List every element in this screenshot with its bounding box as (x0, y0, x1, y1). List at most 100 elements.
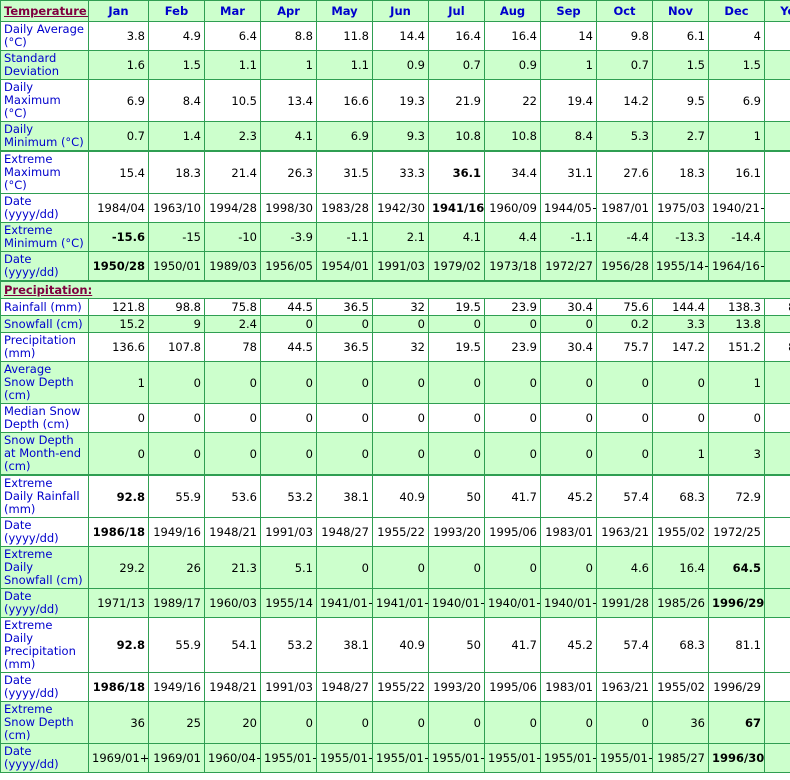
data-cell (764, 617, 790, 673)
data-cell: 44.5 (260, 332, 317, 362)
row-label: Extreme Minimum (°C) (0, 222, 89, 252)
data-cell: 1940/01+ (428, 588, 485, 618)
data-cell: 15.4 (88, 150, 149, 194)
data-cell: 0 (428, 432, 485, 476)
data-cell (764, 546, 790, 589)
row-label: Date (yyyy/dd) (0, 743, 89, 773)
data-cell: -15.6 (88, 222, 149, 252)
data-cell: 30.4 (540, 332, 597, 362)
data-cell: 1998/30 (260, 193, 317, 223)
data-cell: 1955/14 (260, 588, 317, 618)
data-cell: 0 (372, 546, 429, 589)
data-cell: 0 (316, 701, 373, 744)
data-cell: 151.2 (708, 332, 765, 362)
data-cell: 78 (204, 332, 261, 362)
data-cell: 1.6 (88, 50, 149, 80)
data-cell: 1 (708, 361, 765, 404)
data-cell: 14.1 (764, 79, 790, 122)
data-cell: 1983/01 (540, 517, 597, 547)
data-cell: 36.5 (316, 332, 373, 362)
data-cell: 0 (764, 361, 790, 404)
data-cell: 14 (540, 21, 597, 51)
data-cell (764, 672, 790, 702)
data-cell: 45.2 (540, 617, 597, 673)
data-cell: 0 (260, 361, 317, 404)
data-cell: 38.1 (316, 474, 373, 518)
data-cell: 2.4 (204, 315, 261, 333)
data-cell: 1971/13 (88, 588, 149, 618)
column-header-aug: Aug (484, 0, 541, 22)
data-cell: 1955/01+ (260, 743, 317, 773)
table-row: Precipitation (mm) 136.6 107.8 78 44.5 36.5 32… (0, 332, 790, 362)
data-cell: 1948/27 (316, 517, 373, 547)
data-cell: 0 (484, 361, 541, 404)
data-cell: 36 (652, 701, 709, 744)
row-label: Extreme Daily Precipitation (mm) (0, 617, 89, 673)
data-cell: -4.4 (596, 222, 653, 252)
data-cell: 18.3 (148, 150, 205, 194)
data-cell: 40.9 (372, 617, 429, 673)
data-cell: 44.5 (260, 298, 317, 316)
data-cell: 3.8 (88, 21, 149, 51)
data-cell: 0 (428, 403, 485, 433)
column-header-year: Year (764, 0, 790, 22)
column-header-jun: Jun (372, 0, 429, 22)
data-cell: 0 (88, 432, 149, 476)
data-cell: 16.4 (484, 21, 541, 51)
data-cell: 1987/01 (596, 193, 653, 223)
data-cell (764, 474, 790, 518)
table-row: Average Snow Depth (cm)1000000000010A (0, 361, 790, 404)
section-label-precipitation: Precipitation: (0, 280, 790, 299)
data-cell: 11.8 (316, 21, 373, 51)
row-label: Snow Depth at Month-end (cm) (0, 432, 89, 476)
data-cell: 14.4 (372, 21, 429, 51)
data-cell: 1.1 (316, 50, 373, 80)
data-cell: 0 (540, 361, 597, 404)
data-cell: 0 (372, 701, 429, 744)
data-cell: 5.3 (764, 121, 790, 152)
table-row: Date (yyyy/dd) 1971/13 1989/17 1960/03 1955/… (0, 588, 790, 618)
data-cell: 1985/27 (652, 743, 709, 773)
table-row: Extreme Daily Snowfall (cm) 29.2 26 21.3 5.1… (0, 546, 790, 589)
data-cell: 0 (596, 361, 653, 404)
data-cell: 1940/01+ (540, 588, 597, 618)
data-cell: 1956/05 (260, 251, 317, 282)
data-cell: 27.6 (596, 150, 653, 194)
data-cell: 6.1 (652, 21, 709, 51)
data-cell: 1991/03 (372, 251, 429, 282)
data-cell: 1948/27 (316, 672, 373, 702)
row-label: Date (yyyy/dd) (0, 517, 89, 547)
data-cell (764, 251, 790, 282)
data-cell: 53.2 (260, 617, 317, 673)
data-cell: 4.4 (484, 222, 541, 252)
data-cell: 32 (372, 332, 429, 362)
data-cell: 1963/21 (596, 672, 653, 702)
data-cell: 0 (428, 315, 485, 333)
data-cell: 34.4 (484, 150, 541, 194)
data-cell: 0 (316, 403, 373, 433)
table-header-row: Temperature: Jan Feb Mar Apr May Jun Jul Aug Sep… (0, 0, 790, 22)
table-row: Extreme Snow Depth (cm) 36 25 20 0 0 0 0 0 0 0 36 67 (0, 701, 790, 744)
column-header-mar: Mar (204, 0, 261, 22)
table-row: Daily Average (°C) 3.8 4.9 6.4 8.8 11.8 14.4 16… (0, 21, 790, 51)
column-header-sep: Sep (540, 0, 597, 22)
data-cell: 1.5 (652, 50, 709, 80)
data-cell: 0 (764, 403, 790, 433)
data-cell: 8.8 (260, 21, 317, 51)
data-cell: 0.7 (428, 50, 485, 80)
data-cell: 0 (260, 432, 317, 476)
row-label: Standard Deviation (0, 50, 89, 80)
data-cell: 20 (204, 701, 261, 744)
data-cell: 1973/18 (484, 251, 541, 282)
data-cell: 0 (596, 701, 653, 744)
data-cell: 32 (372, 298, 429, 316)
data-cell: 1986/18 (88, 517, 149, 547)
data-cell: 57.4 (596, 617, 653, 673)
data-cell: -3.9 (260, 222, 317, 252)
data-cell: 1969/01+ (88, 743, 149, 773)
data-cell: 1 (652, 432, 709, 476)
data-cell: 1940/21+ (708, 193, 765, 223)
data-cell: 1986/18 (88, 672, 149, 702)
data-cell: 10.8 (484, 121, 541, 152)
data-cell: 1955/01+ (316, 743, 373, 773)
